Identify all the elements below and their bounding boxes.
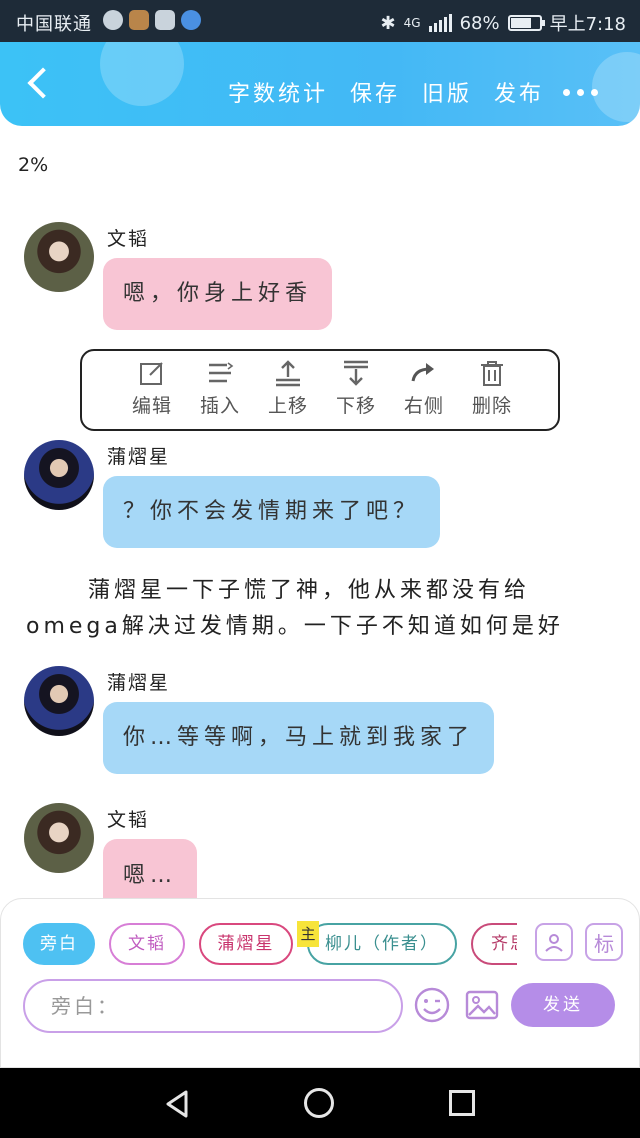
person-card-icon <box>545 934 563 952</box>
right-side-button[interactable]: 右侧 <box>390 351 458 429</box>
role-chip-author[interactable]: 柳儿（作者） <box>307 923 457 965</box>
move-down-icon <box>344 360 368 386</box>
bluetooth-icon: ✱ <box>380 12 396 34</box>
avatar[interactable] <box>24 803 94 873</box>
avatar[interactable] <box>24 440 94 510</box>
role-chip-narrator[interactable]: 旁白 <box>23 923 95 965</box>
network-type: 4G <box>403 16 421 30</box>
message-edit-menu: 编辑 插入 上移 下移 右侧 删除 <box>80 349 560 431</box>
app-notification-icon <box>103 10 123 30</box>
word-count-button[interactable]: 字数统计 <box>228 76 328 108</box>
role-chip-wentao[interactable]: 文韬 <box>109 923 185 965</box>
move-down-button[interactable]: 下移 <box>322 351 390 429</box>
clock: 早上7:18 <box>549 14 626 35</box>
signal-icon <box>428 14 452 32</box>
role-chip-qisijun[interactable]: 齐思钧 <box>471 923 517 965</box>
edit-icon <box>140 362 163 385</box>
emoji-icon <box>414 987 450 1023</box>
avatar[interactable] <box>24 666 94 736</box>
chevron-left-icon[interactable] <box>20 60 60 104</box>
move-up-icon <box>276 360 300 387</box>
move-down-label: 下移 <box>335 395 376 417</box>
message-input[interactable]: 旁白： <box>23 979 403 1033</box>
edit-button[interactable]: 编辑 <box>118 351 186 429</box>
huawei-notification-icon <box>155 10 175 30</box>
image-icon <box>465 990 499 1020</box>
role-selector: 旁白 文韬 蒲熠星 柳儿（作者） 齐思钧 <box>23 923 517 967</box>
redo-arrow-icon <box>411 363 434 382</box>
carrier-name: 中国联通 <box>16 14 92 35</box>
system-nav-bar <box>0 1068 640 1138</box>
decorative-bubble <box>100 42 184 106</box>
send-button[interactable]: 发送 <box>511 983 615 1027</box>
message-bubble[interactable]: 嗯… <box>103 839 198 899</box>
sender-name: 蒲熠星 <box>107 672 171 694</box>
sender-name: 文韬 <box>107 228 150 250</box>
sender-name: 文韬 <box>107 809 150 831</box>
recents-square-icon[interactable] <box>449 1090 475 1116</box>
move-up-label: 上移 <box>267 395 308 417</box>
publish-button[interactable]: 发布 <box>494 76 544 108</box>
message-bubble[interactable]: ？你不会发情期来了吧？ <box>103 476 441 548</box>
right-side-label: 右侧 <box>403 395 444 417</box>
message-bubble[interactable]: 嗯，你身上好香 <box>103 258 333 330</box>
decorative-bubble <box>592 52 640 122</box>
narration-line[interactable]: 蒲熠星一下子慌了神，他从来都没有给 <box>88 572 530 604</box>
message-bubble[interactable]: 你…等等啊，马上就到我家了 <box>103 702 495 774</box>
composer-panel: 旁白 文韬 蒲熠星 柳儿（作者） 齐思钧 主 标 旁白： 发送 <box>0 898 640 1068</box>
emoji-button[interactable] <box>413 986 451 1024</box>
old-version-button[interactable]: 旧版 <box>422 76 472 108</box>
battery-icon <box>507 15 545 31</box>
back-triangle-icon[interactable] <box>162 1088 194 1120</box>
move-up-button[interactable]: 上移 <box>254 351 322 429</box>
top-toolbar: 字数统计 保存 旧版 发布 <box>0 42 640 126</box>
insert-label: 插入 <box>199 395 240 417</box>
trash-icon <box>481 361 503 386</box>
delete-button[interactable]: 删除 <box>458 351 526 429</box>
edit-label: 编辑 <box>131 395 172 417</box>
delete-label: 删除 <box>471 395 512 417</box>
tag-button[interactable]: 标 <box>585 923 623 961</box>
save-button[interactable]: 保存 <box>350 76 400 108</box>
shield-notification-icon <box>129 10 149 30</box>
more-dots-icon[interactable] <box>563 89 598 96</box>
narration-line[interactable]: omega解决过发情期。一下子不知道如何是好 <box>26 608 564 640</box>
status-bar: 中国联通 ✱ 4G 68% 早上7:18 <box>0 0 640 42</box>
browser-notification-icon <box>181 10 201 30</box>
battery-percent: 68% <box>459 12 500 34</box>
avatar[interactable] <box>24 222 94 292</box>
notification-icons <box>103 10 201 30</box>
main-role-badge: 主 <box>297 921 319 947</box>
insert-icon <box>209 362 234 383</box>
insert-button[interactable]: 插入 <box>186 351 254 429</box>
image-button[interactable] <box>463 986 501 1024</box>
progress-text: 2% <box>18 154 49 176</box>
sender-name: 蒲熠星 <box>107 446 171 468</box>
person-card-button[interactable] <box>535 923 573 961</box>
role-chip-puyixing[interactable]: 蒲熠星 <box>199 923 293 965</box>
home-circle-icon[interactable] <box>304 1088 334 1118</box>
